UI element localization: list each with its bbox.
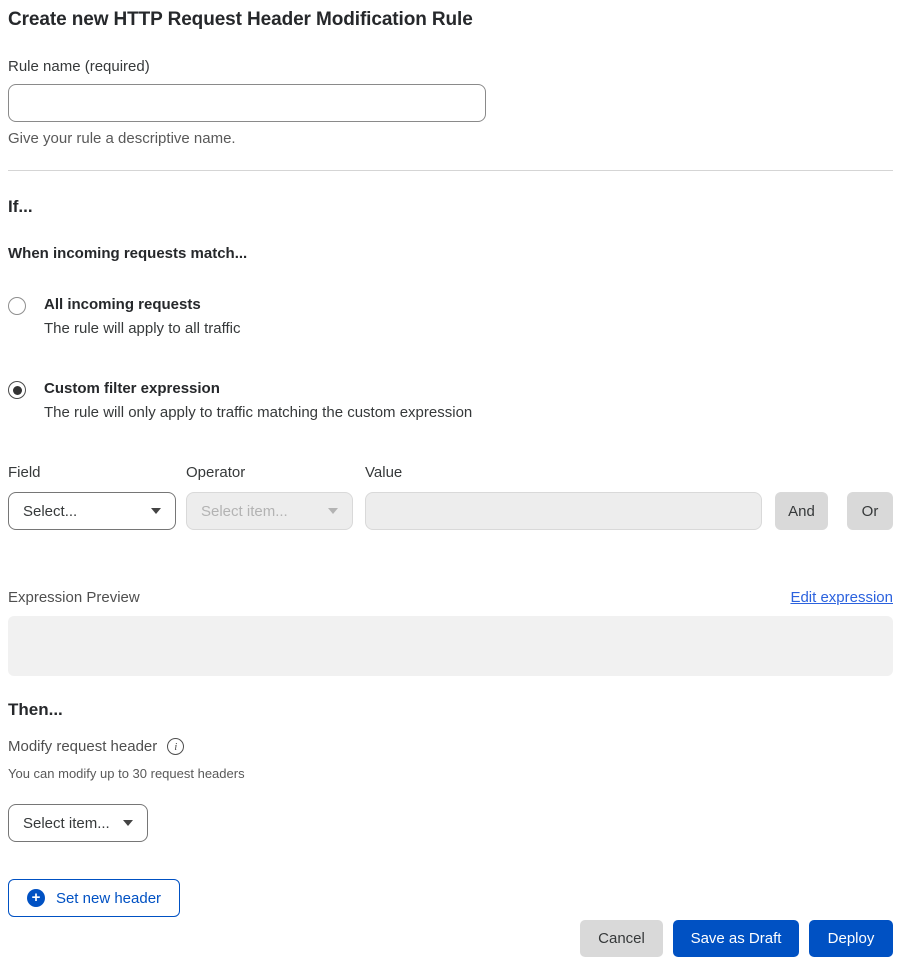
modify-header-help: You can modify up to 30 request headers — [8, 766, 893, 781]
then-heading: Then... — [8, 700, 893, 720]
expression-builder-row: Select... Select item... And Or — [8, 492, 893, 530]
operator-label: Operator — [186, 464, 365, 481]
expression-preview-label: Expression Preview — [8, 589, 140, 606]
cancel-button[interactable]: Cancel — [580, 920, 663, 957]
rule-name-help: Give your rule a descriptive name. — [8, 130, 893, 147]
header-item-select[interactable]: Select item... — [8, 804, 148, 842]
deploy-button[interactable]: Deploy — [809, 920, 893, 957]
and-button[interactable]: And — [775, 492, 828, 530]
set-new-header-button[interactable]: Set new header — [8, 879, 180, 917]
radio-desc-all-incoming: The rule will apply to all traffic — [44, 320, 240, 337]
radio-dot — [13, 302, 22, 311]
operator-select[interactable]: Select item... — [186, 492, 353, 530]
value-label: Value — [365, 464, 893, 481]
footer-actions: Cancel Save as Draft Deploy — [8, 920, 893, 957]
match-subheading: When incoming requests match... — [8, 245, 893, 262]
plus-icon — [27, 889, 45, 907]
modify-header-row: Modify request header — [8, 738, 893, 755]
field-select-value: Select... — [23, 503, 77, 520]
field-label: Field — [8, 464, 186, 481]
expression-builder-labels: Field Operator Value — [8, 464, 893, 481]
save-as-draft-button[interactable]: Save as Draft — [673, 920, 799, 957]
rule-name-label: Rule name (required) — [8, 58, 893, 75]
chevron-down-icon — [123, 820, 133, 826]
expression-preview-box — [8, 616, 893, 676]
chevron-down-icon — [151, 508, 161, 514]
modify-request-header-label: Modify request header — [8, 738, 157, 755]
page-title: Create new HTTP Request Header Modificat… — [8, 9, 893, 31]
radio-option-custom-filter[interactable]: Custom filter expression The rule will o… — [8, 380, 893, 421]
header-item-select-value: Select item... — [23, 815, 110, 832]
section-divider — [8, 170, 893, 171]
create-rule-page: Create new HTTP Request Header Modificat… — [0, 9, 899, 957]
radio-option-all-incoming[interactable]: All incoming requests The rule will appl… — [8, 296, 893, 337]
radio-label-all-incoming: All incoming requests — [44, 296, 240, 314]
info-icon[interactable] — [167, 738, 184, 755]
radio-unselected-icon[interactable] — [8, 297, 26, 315]
if-heading: If... — [8, 197, 893, 217]
expression-preview-header: Expression Preview Edit expression — [8, 589, 893, 606]
radio-desc-custom-filter: The rule will only apply to traffic matc… — [44, 404, 472, 421]
operator-select-value: Select item... — [201, 503, 288, 520]
chevron-down-icon — [328, 508, 338, 514]
field-select[interactable]: Select... — [8, 492, 176, 530]
rule-name-input[interactable] — [8, 84, 486, 122]
edit-expression-link[interactable]: Edit expression — [790, 589, 893, 606]
value-input[interactable] — [365, 492, 762, 530]
radio-dot — [13, 386, 22, 395]
or-button[interactable]: Or — [847, 492, 893, 530]
radio-label-custom-filter: Custom filter expression — [44, 380, 472, 398]
set-new-header-label: Set new header — [56, 890, 161, 907]
radio-selected-icon[interactable] — [8, 381, 26, 399]
